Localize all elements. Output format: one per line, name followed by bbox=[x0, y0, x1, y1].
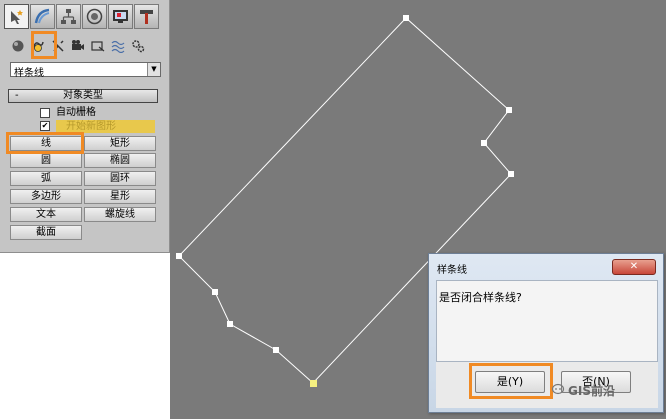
hammer-icon bbox=[140, 10, 153, 24]
start-new-shape-checkbox[interactable]: ✔ bbox=[40, 121, 50, 131]
display-tab[interactable] bbox=[108, 4, 133, 29]
modify-icon bbox=[34, 8, 50, 24]
object-type-rollout-header[interactable]: - 对象类型 bbox=[8, 89, 158, 103]
systems-category[interactable] bbox=[130, 38, 146, 54]
systems-icon bbox=[132, 40, 145, 53]
hierarchy-icon bbox=[61, 9, 76, 24]
create-icon bbox=[11, 10, 23, 24]
auto-grid-checkbox[interactable] bbox=[40, 108, 50, 118]
yes-button-highlight bbox=[469, 363, 553, 399]
display-icon bbox=[113, 10, 128, 23]
category-dropdown[interactable]: 样条线 ▼ bbox=[10, 62, 161, 79]
watermark: GIS前沿 bbox=[552, 382, 615, 399]
dialog-close-button[interactable]: ✕ bbox=[612, 259, 656, 275]
spline-vertex[interactable] bbox=[403, 15, 409, 21]
spline-vertex[interactable] bbox=[212, 289, 218, 295]
watermark-text: GIS前沿 bbox=[568, 384, 615, 398]
cameras-category[interactable] bbox=[70, 38, 86, 54]
chevron-down-icon[interactable]: ▼ bbox=[147, 63, 160, 76]
auto-grid-label: 自动栅格 bbox=[56, 107, 96, 118]
spline-vertex[interactable] bbox=[273, 347, 279, 353]
utilities-tab[interactable] bbox=[134, 4, 159, 29]
arc-button[interactable]: 弧 bbox=[10, 171, 82, 186]
helpers-icon bbox=[91, 41, 105, 52]
space-warps-category[interactable] bbox=[110, 38, 126, 54]
line-button-highlight bbox=[6, 132, 84, 154]
geometry-icon bbox=[12, 40, 24, 52]
helpers-category[interactable] bbox=[90, 38, 106, 54]
text-button[interactable]: 文本 bbox=[10, 207, 82, 222]
motion-icon bbox=[86, 8, 103, 25]
ngon-button[interactable]: 多边形 bbox=[10, 189, 82, 204]
dialog-message: 是否闭合样条线? bbox=[439, 291, 522, 304]
modify-tab[interactable] bbox=[30, 4, 55, 29]
section-button[interactable]: 截面 bbox=[10, 225, 82, 240]
helix-button[interactable]: 螺旋线 bbox=[84, 207, 156, 222]
close-icon: ✕ bbox=[629, 261, 639, 272]
donut-button[interactable]: 圆环 bbox=[84, 171, 156, 186]
create-tab[interactable] bbox=[4, 4, 29, 29]
star-button[interactable]: 星形 bbox=[84, 189, 156, 204]
geometry-category[interactable] bbox=[10, 38, 26, 54]
command-panel-tabs bbox=[4, 4, 160, 30]
spline-vertex[interactable] bbox=[481, 140, 487, 146]
circle-button[interactable]: 圆 bbox=[10, 153, 82, 168]
first-vertex[interactable] bbox=[310, 380, 317, 387]
dropdown-value: 样条线 bbox=[14, 68, 44, 79]
shapes-highlight bbox=[31, 31, 57, 59]
spline-vertex[interactable] bbox=[506, 107, 512, 113]
rollout-title: 对象类型 bbox=[63, 90, 103, 101]
rectangle-button[interactable]: 矩形 bbox=[84, 136, 156, 151]
close-spline-dialog: 样条线 ✕ 是否闭合样条线? 是(Y) 否(N) bbox=[428, 253, 664, 413]
wechat-icon bbox=[552, 383, 565, 395]
dialog-title: 样条线 bbox=[437, 265, 467, 276]
space-warps-icon bbox=[111, 40, 125, 53]
cameras-icon bbox=[72, 40, 84, 50]
spline-vertex[interactable] bbox=[227, 321, 233, 327]
hierarchy-tab[interactable] bbox=[56, 4, 81, 29]
command-panel: 样条线 ▼ - 对象类型 自动栅格 开始新图形 ✔ 线 矩形 圆 椭圆 弧 圆环… bbox=[0, 0, 170, 253]
spline-vertex[interactable] bbox=[176, 253, 182, 259]
motion-tab[interactable] bbox=[82, 4, 107, 29]
spline-vertex[interactable] bbox=[508, 171, 514, 177]
ellipse-button[interactable]: 椭圆 bbox=[84, 153, 156, 168]
